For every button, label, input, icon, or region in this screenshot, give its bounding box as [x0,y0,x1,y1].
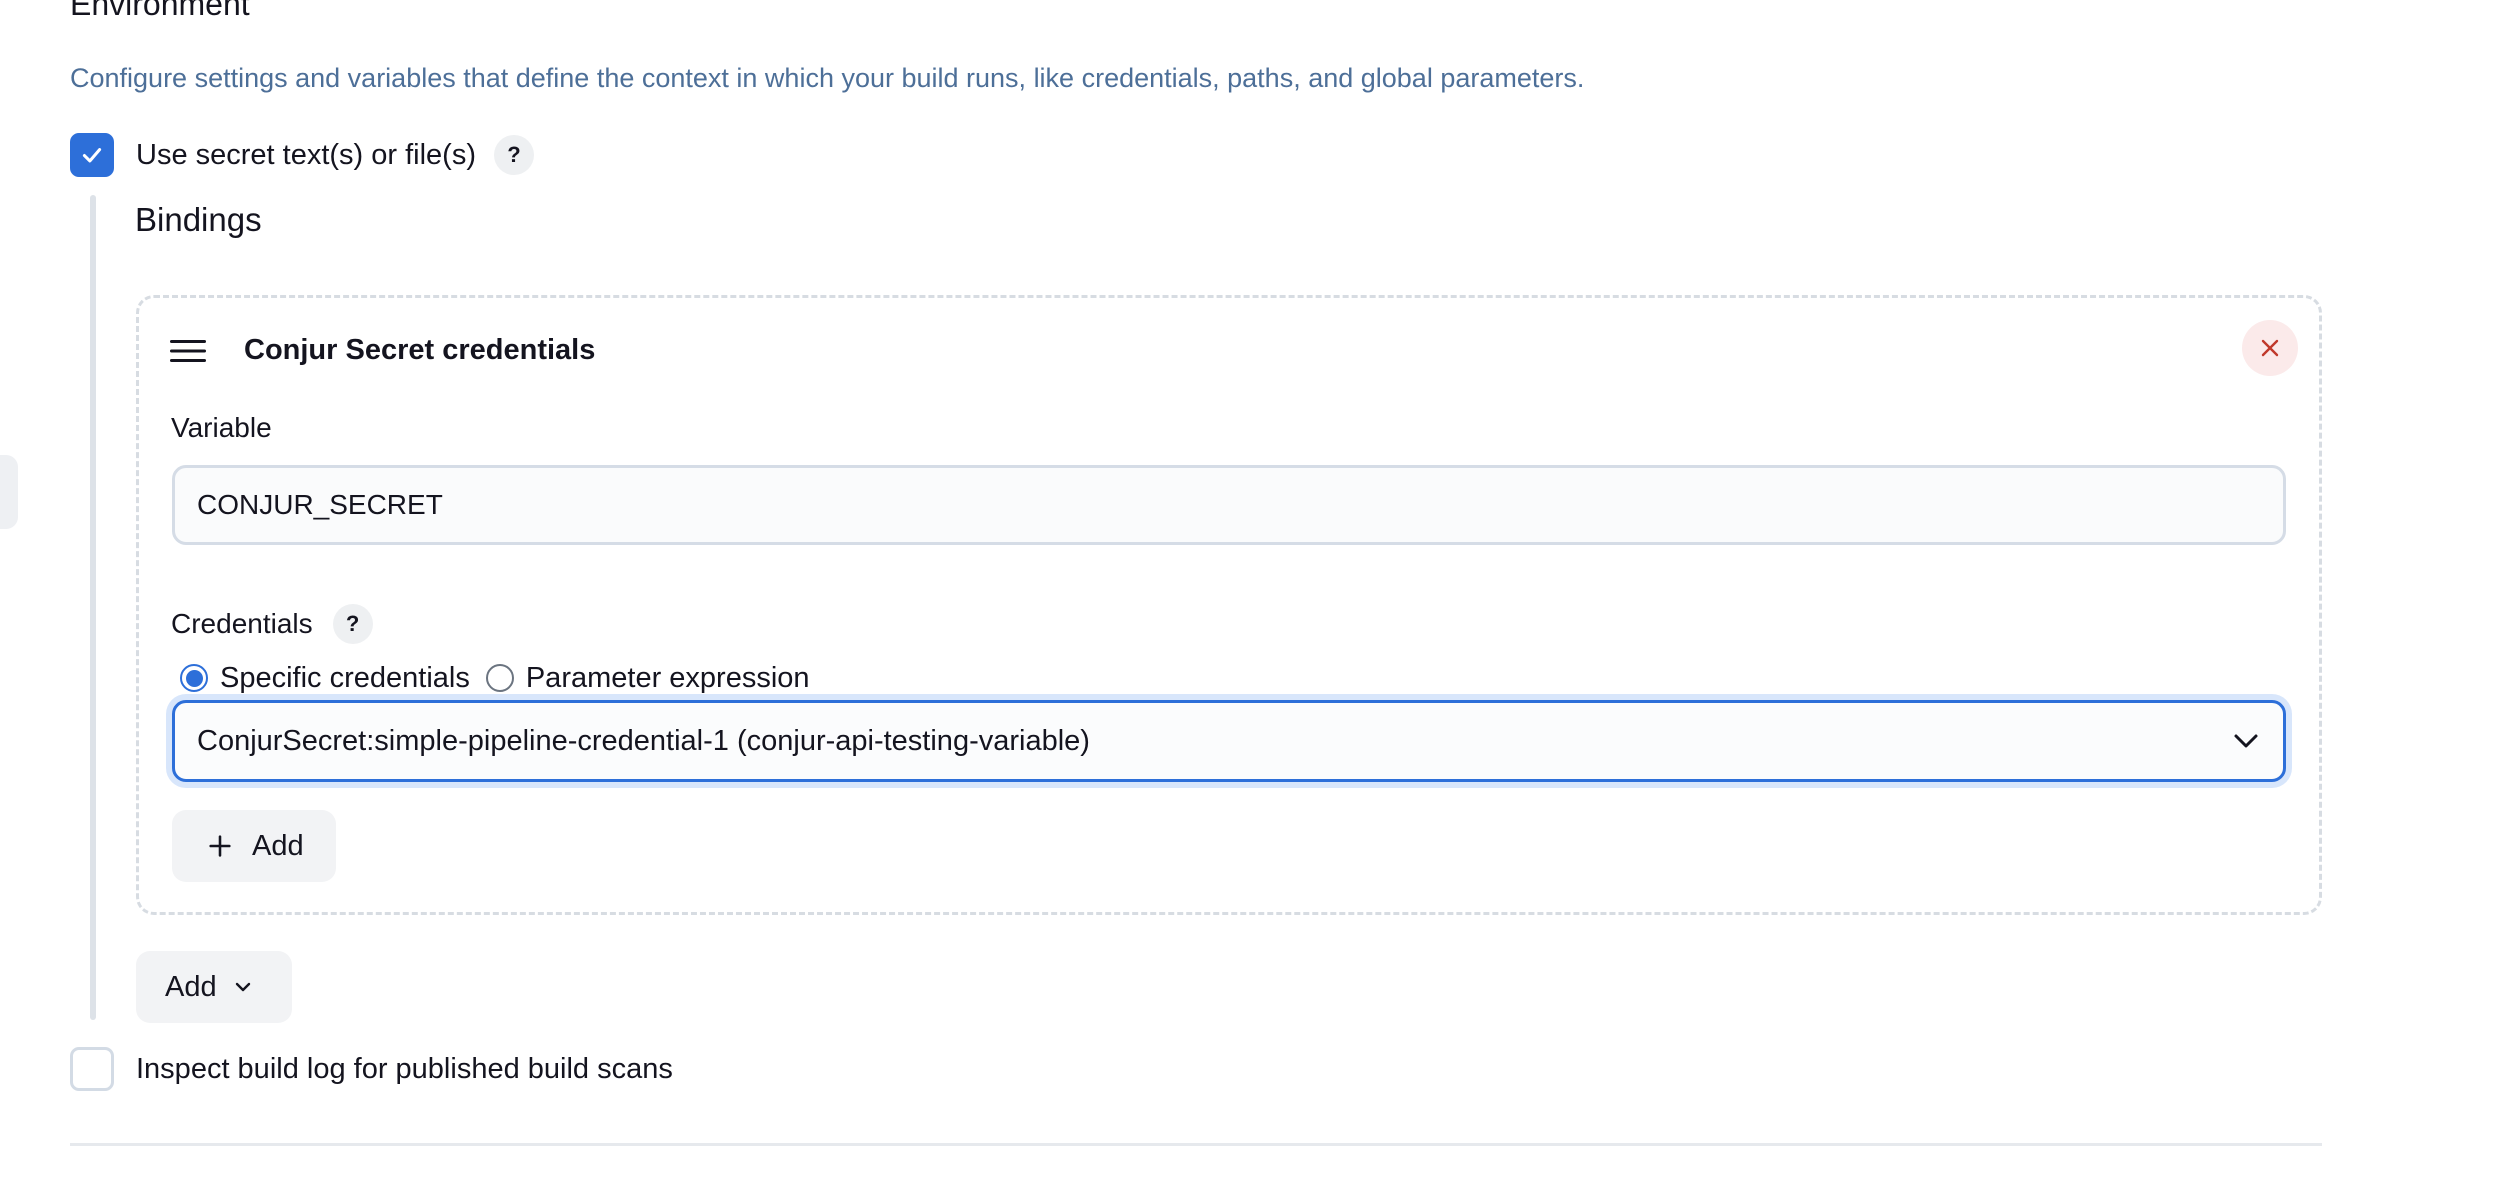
inspect-build-log-label: Inspect build log for published build sc… [136,1053,673,1085]
close-icon [2261,339,2279,357]
variable-input[interactable] [172,465,2286,545]
section-divider [70,1143,2322,1146]
drag-handle-icon[interactable] [170,338,206,364]
specific-credentials-label: Specific credentials [220,662,470,694]
use-secret-checkbox[interactable] [70,133,114,177]
use-secret-option: Use secret text(s) or file(s) ? [70,133,534,177]
section-title: Environment [70,0,250,22]
variable-label: Variable [171,412,272,443]
use-secret-label: Use secret text(s) or file(s) [136,139,476,171]
credentials-mode-radios: Specific credentials Parameter expressio… [180,660,826,696]
parameter-expression-label: Parameter expression [525,662,810,694]
add-credentials-button[interactable]: Add [172,810,336,882]
section-description: Configure settings and variables that de… [70,63,1585,93]
inspect-build-log-option: Inspect build log for published build sc… [70,1047,673,1091]
credentials-help-button[interactable]: ? [332,604,373,644]
environment-section: Environment Configure settings and varia… [0,0,2520,1186]
inspect-build-log-checkbox[interactable] [70,1047,114,1091]
sidebar-edge [0,455,18,529]
nested-section-bar [90,195,96,1020]
remove-binding-button[interactable] [2242,320,2298,376]
add-binding-button[interactable]: Add [136,951,292,1023]
specific-credentials-radio[interactable] [180,664,208,692]
credentials-label-row: Credentials ? [171,604,373,644]
add-credentials-label: Add [252,829,304,862]
binding-card [136,295,2322,915]
credentials-select[interactable]: ConjurSecret:simple-pipeline-credential-… [172,700,2286,782]
plus-icon [209,835,231,857]
binding-card-title: Conjur Secret credentials [244,334,596,366]
parameter-expression-radio[interactable] [485,664,514,692]
bindings-title: Bindings [135,201,262,238]
use-secret-help-button[interactable]: ? [494,135,534,175]
chevron-down-icon [2234,734,2258,748]
check-icon [82,148,102,163]
credentials-select-value: ConjurSecret:simple-pipeline-credential-… [197,724,1090,757]
add-binding-label: Add [165,970,217,1003]
chevron-down-icon [235,982,250,992]
credentials-label: Credentials [171,608,313,639]
